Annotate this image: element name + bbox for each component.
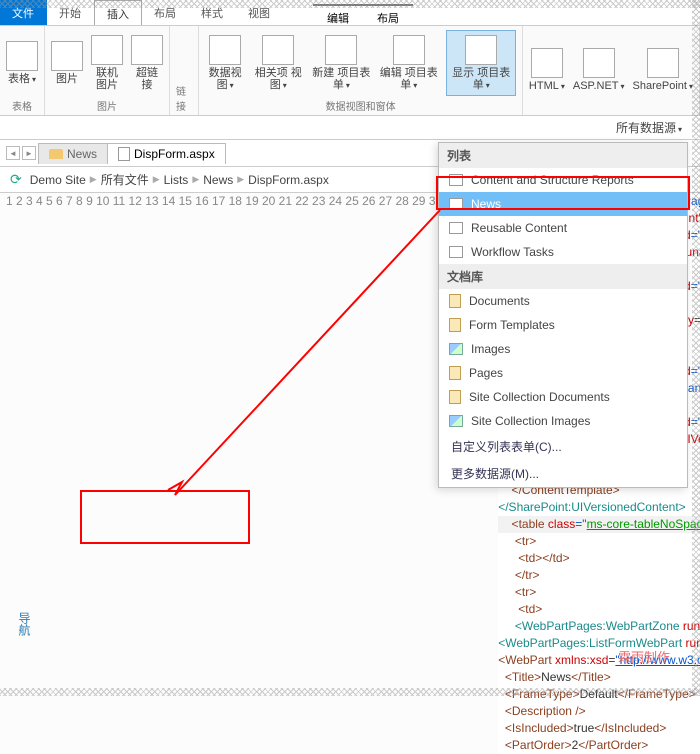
side-nav[interactable]: 导航 bbox=[16, 612, 33, 636]
watermark: 霖雨制作 bbox=[618, 647, 670, 666]
annotation-arrow bbox=[0, 0, 700, 700]
